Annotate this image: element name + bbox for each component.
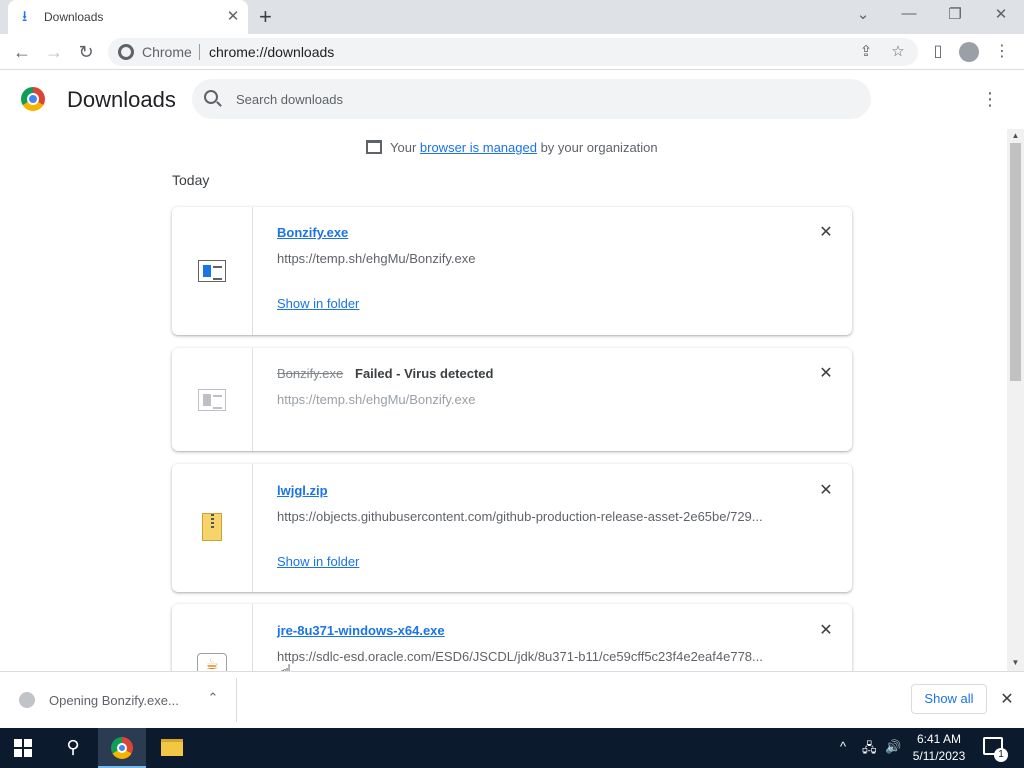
file-icon-column xyxy=(172,464,253,592)
download-item: Bonzify.exe https://temp.sh/ehgMu/Bonzif… xyxy=(172,207,852,335)
file-explorer-icon xyxy=(161,739,183,756)
remove-item-button[interactable]: ✕ xyxy=(816,223,836,243)
taskbar-chrome-button[interactable] xyxy=(98,728,146,768)
tab-close-button[interactable]: ✕ xyxy=(224,8,242,26)
tab-title: Downloads xyxy=(44,10,104,24)
page-title: Downloads xyxy=(67,87,176,112)
scroll-down-arrow-icon[interactable]: ▼ xyxy=(1011,658,1020,667)
hand-cursor-icon: ☝ xyxy=(280,660,292,671)
side-panel-icon[interactable]: ▯ xyxy=(926,40,950,64)
shelf-divider xyxy=(236,678,237,722)
browser-toolbar: ← → ↻ Chrome chrome://downloads ⇪ ☆ ▯ ⋮ xyxy=(0,34,1024,70)
file-url[interactable]: https://objects.githubusercontent.com/gi… xyxy=(277,509,777,524)
managed-notice: Your browser is managed by your organiza… xyxy=(366,140,658,155)
exe-file-icon xyxy=(198,260,226,282)
downloads-header: Downloads ⋮ xyxy=(0,71,1024,129)
scroll-thumb[interactable] xyxy=(1010,143,1021,381)
zip-file-icon xyxy=(202,513,222,541)
download-shelf: Opening Bonzify.exe... ⌃ Show all ✕ xyxy=(0,671,1024,728)
clock-date: 5/11/2023 xyxy=(912,749,966,763)
windows-start-icon[interactable] xyxy=(14,739,32,757)
file-name-link[interactable]: lwjgl.zip xyxy=(277,483,328,498)
browser-menu-icon[interactable]: ⋮ xyxy=(990,40,1014,64)
file-url[interactable]: https://sdlc-esd.oracle.com/ESD6/JSCDL/j… xyxy=(277,649,777,664)
file-icon-column xyxy=(172,207,253,335)
section-header-today: Today xyxy=(172,172,210,188)
chrome-logo-icon xyxy=(21,87,45,111)
file-icon-column: ☕ xyxy=(172,604,253,671)
tab-strip: ⭳ Downloads ✕ + ⌄ — ❐ ✕ xyxy=(0,0,1024,34)
download-item: ☕ jre-8u371-windows-x64.exe https://sdlc… xyxy=(172,604,852,671)
show-in-folder-link[interactable]: Show in folder xyxy=(277,296,359,311)
url-text[interactable]: chrome://downloads xyxy=(209,44,334,60)
remove-item-button[interactable]: ✕ xyxy=(816,621,836,641)
address-bar[interactable]: Chrome chrome://downloads ⇪ ☆ xyxy=(108,38,918,66)
volume-icon[interactable]: 🔊 xyxy=(885,739,901,755)
minimize-button[interactable]: — xyxy=(895,5,923,22)
chrome-icon xyxy=(111,737,133,759)
download-icon: ⭳ xyxy=(22,8,28,25)
remove-item-button[interactable]: ✕ xyxy=(816,481,836,501)
taskbar-clock[interactable]: 6:41 AM 5/11/2023 xyxy=(904,731,974,765)
file-url[interactable]: https://temp.sh/ehgMu/Bonzify.exe xyxy=(277,251,777,266)
opening-file-icon xyxy=(19,692,35,708)
managed-prefix: Your xyxy=(390,140,420,155)
managed-link[interactable]: browser is managed xyxy=(420,140,537,155)
bookmark-star-icon[interactable]: ☆ xyxy=(888,42,908,60)
new-tab-button[interactable]: + xyxy=(259,6,272,28)
windows-taskbar: ⚲ ^ 🖧 🔊 6:41 AM 5/11/2023 1 xyxy=(0,728,1024,768)
remove-item-button[interactable]: ✕ xyxy=(816,364,836,384)
exe-file-icon xyxy=(198,389,226,411)
tray-overflow-icon[interactable]: ^ xyxy=(840,739,846,754)
shelf-close-button[interactable]: ✕ xyxy=(997,689,1017,709)
profile-avatar[interactable] xyxy=(959,42,979,62)
file-name: Bonzify.exe xyxy=(277,366,344,381)
taskbar-explorer-button[interactable] xyxy=(148,728,196,768)
network-icon[interactable]: 🖧 xyxy=(862,739,877,761)
search-icon xyxy=(204,90,218,104)
tab-search-button[interactable]: ⌄ xyxy=(849,5,877,23)
search-input[interactable] xyxy=(236,89,836,109)
scroll-up-arrow-icon[interactable]: ▲ xyxy=(1011,131,1020,140)
chrome-site-icon xyxy=(118,44,134,60)
search-box[interactable] xyxy=(192,79,871,119)
file-icon-column xyxy=(172,348,253,451)
tab-downloads[interactable]: ⭳ Downloads ✕ xyxy=(8,0,248,34)
window-close-button[interactable]: ✕ xyxy=(987,5,1015,23)
back-button[interactable]: ← xyxy=(10,40,34,64)
share-icon[interactable]: ⇪ xyxy=(856,42,876,60)
download-item: lwjgl.zip https://objects.githubusercont… xyxy=(172,464,852,592)
java-file-icon: ☕ xyxy=(197,653,227,671)
site-label: Chrome xyxy=(142,44,192,60)
address-separator xyxy=(199,44,200,60)
show-all-button[interactable]: Show all xyxy=(911,684,987,714)
clock-time: 6:41 AM xyxy=(916,732,962,746)
file-url: https://temp.sh/ehgMu/Bonzify.exe xyxy=(277,392,476,407)
shelf-item-label[interactable]: Opening Bonzify.exe... xyxy=(49,693,179,708)
notification-count-badge: 1 xyxy=(994,748,1008,762)
file-name-link[interactable]: Bonzify.exe xyxy=(277,225,348,240)
building-icon xyxy=(366,140,382,154)
file-name-link[interactable]: jre-8u371-windows-x64.exe xyxy=(277,623,445,638)
download-item-failed: Bonzify.exe Failed - Virus detected http… xyxy=(172,348,852,451)
show-in-folder-link[interactable]: Show in folder xyxy=(277,554,359,569)
downloads-menu-icon[interactable]: ⋮ xyxy=(980,88,1000,110)
failure-status: Failed - Virus detected xyxy=(355,366,494,381)
downloads-list: Your browser is managed by your organiza… xyxy=(0,129,1006,671)
forward-button[interactable]: → xyxy=(42,40,66,64)
managed-suffix: by your organization xyxy=(536,140,658,155)
taskbar-search-icon[interactable]: ⚲ xyxy=(62,737,84,758)
restore-button[interactable]: ❐ xyxy=(941,5,969,23)
page-scrollbar[interactable]: ▲ ▼ xyxy=(1007,129,1024,671)
chevron-up-icon[interactable]: ⌃ xyxy=(204,690,222,706)
reload-button[interactable]: ↻ xyxy=(74,40,98,64)
